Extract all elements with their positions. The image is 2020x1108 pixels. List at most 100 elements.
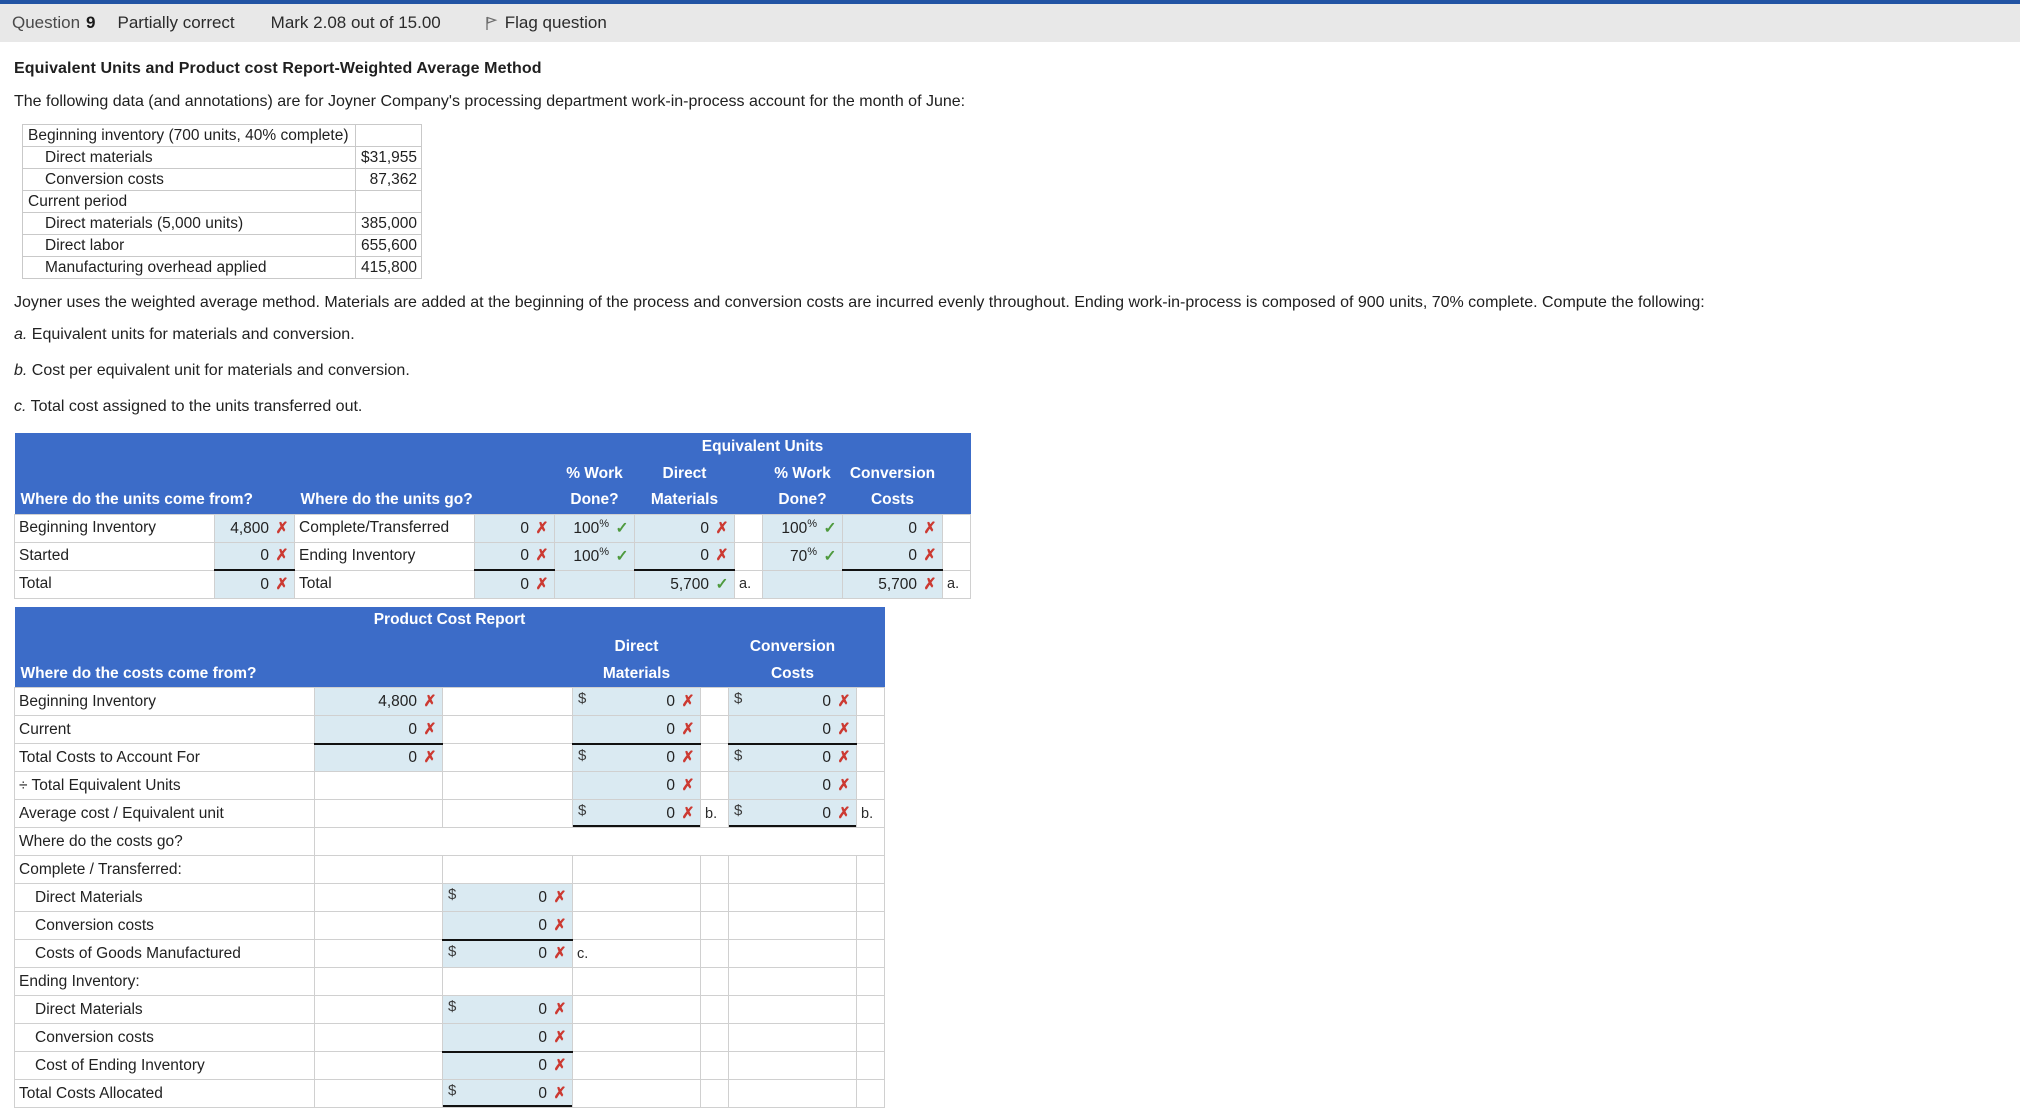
mark-right-icon: ✓	[614, 519, 630, 538]
input-pcr-conversion-costs-4[interactable]: 0✗	[729, 800, 857, 828]
input-pcr-detail-3[interactable]: 0✗	[443, 996, 573, 1024]
input-pcr-col1-2[interactable]: 0✗	[315, 744, 443, 772]
flag-question-button[interactable]: Flag question	[485, 13, 607, 33]
cell-value: 0	[666, 693, 675, 711]
question-intro: The following data (and annotations) are…	[14, 92, 2006, 112]
input-pcr-col1-1[interactable]: 0✗	[315, 716, 443, 744]
pcr-costs-go-row: Where do the costs go?	[15, 828, 885, 856]
table-row: Started0✗Ending Inventory0✗100%✓0✗70%✓0✗	[15, 542, 971, 570]
pcr-detail-c4-1	[701, 912, 729, 940]
input-pcr-detail-2[interactable]: 0✗	[443, 940, 573, 968]
input-pcr-col1-0[interactable]: 4,800✗	[315, 688, 443, 716]
pcr-detail-annotation-1	[573, 912, 701, 940]
cell-value: 0	[666, 749, 675, 767]
pcr-costs-go-spacer	[315, 828, 885, 856]
pcr-sec-c1-1	[315, 968, 443, 996]
input-pcr-direct-materials-0[interactable]: 0✗	[573, 688, 701, 716]
cell-value: 0	[666, 721, 675, 739]
input-direct-materials-2[interactable]: 5,700✓	[635, 570, 735, 598]
table-row: Direct materials (5,000 units)385,000	[23, 213, 422, 235]
input-pcr-conversion-costs-2[interactable]: 0✗	[729, 744, 857, 772]
header-units-come-from: Where do the units come from?	[15, 487, 295, 514]
pcr-detail-c6-4	[857, 1024, 885, 1052]
pcr-empty-col2-2	[443, 744, 573, 772]
mark-wrong-icon: ✗	[680, 692, 696, 711]
input-conversion-costs-2[interactable]: 5,700✗	[843, 570, 943, 598]
cell-value: 0	[538, 889, 547, 907]
pcr-empty-col2-4	[443, 800, 573, 828]
input-units-from-0[interactable]: 4,800✗	[215, 514, 295, 542]
input-pcr-direct-materials-2[interactable]: 0✗	[573, 744, 701, 772]
input-pcr-direct-materials-3[interactable]: 0✗	[573, 772, 701, 800]
mark-wrong-icon: ✗	[534, 575, 550, 594]
cell-value: 0	[822, 721, 831, 739]
table-header-group-row: Equivalent Units	[15, 433, 971, 460]
input-conversion-costs-1[interactable]: 0✗	[843, 542, 943, 570]
product-cost-report-table: Product Cost ReportDirectConversionWhere…	[14, 607, 885, 1108]
input-pcr-total-costs-allocated[interactable]: 0✗	[443, 1080, 573, 1108]
input-units-to-2[interactable]: 0✗	[475, 570, 555, 598]
input-units-to-0[interactable]: 0✗	[475, 514, 555, 542]
input-units-from-1[interactable]: 0✗	[215, 542, 295, 570]
input-pcr-detail-5[interactable]: 0✗	[443, 1052, 573, 1080]
given-row-value: 655,600	[356, 235, 422, 257]
pcr-detail-c4-5	[701, 1052, 729, 1080]
pcr-header-row-1: DirectConversion	[15, 634, 885, 661]
input-pcr-direct-materials-4[interactable]: 0✗	[573, 800, 701, 828]
input-pcr-conversion-costs-0[interactable]: 0✗	[729, 688, 857, 716]
pcr-annotation-dm-4: b.	[701, 800, 729, 828]
cell-value: 0	[822, 749, 831, 767]
input-pcr-direct-materials-1[interactable]: 0✗	[573, 716, 701, 744]
input-pct-work-done-1-0[interactable]: 100%✓	[555, 514, 635, 542]
input-pcr-conversion-costs-1[interactable]: 0✗	[729, 716, 857, 744]
table-row: Direct labor655,600	[23, 235, 422, 257]
header-direct-materials-line1: Direct	[635, 460, 735, 487]
pcr-total-label: Total Costs Allocated	[15, 1080, 315, 1108]
input-units-from-2[interactable]: 0✗	[215, 570, 295, 598]
input-pct-work-done-1-1[interactable]: 100%✓	[555, 542, 635, 570]
question-number-block: Question 9	[12, 13, 96, 33]
table-row: Beginning Inventory4,800✗0✗0✗	[15, 688, 885, 716]
given-row-value	[356, 191, 422, 213]
input-pct-work-done-2-1[interactable]: 70%✓	[763, 542, 843, 570]
annotation-cc-2: a.	[943, 570, 971, 598]
input-units-to-1[interactable]: 0✗	[475, 542, 555, 570]
given-row-label: Manufacturing overhead applied	[23, 257, 356, 279]
pcr-detail-c5-3	[729, 996, 857, 1024]
pcr-detail-c5-1	[729, 912, 857, 940]
pcr-annotation-dm-1	[701, 716, 729, 744]
pcr-detail-c4-3	[701, 996, 729, 1024]
pcr-annotation-cc-4: b.	[857, 800, 885, 828]
input-direct-materials-1[interactable]: 0✗	[635, 542, 735, 570]
pcr-detail-annotation-2: c.	[573, 940, 701, 968]
cell-value: 0	[520, 520, 529, 538]
row-label-to: Complete/Transferred	[295, 514, 475, 542]
header-pct-work-done-2-line2: Done?	[763, 487, 843, 514]
pcr-empty-col2-3	[443, 772, 573, 800]
pcr-header-spacer-4	[701, 661, 729, 688]
input-pct-work-done-2-2[interactable]	[763, 570, 843, 598]
mark-wrong-icon: ✗	[552, 916, 568, 935]
input-conversion-costs-0[interactable]: 0✗	[843, 514, 943, 542]
input-pct-work-done-1-2[interactable]	[555, 570, 635, 598]
row-label-from: Beginning Inventory	[15, 514, 215, 542]
pcr-sec-c5-0	[729, 856, 857, 884]
mark-wrong-icon: ✗	[552, 944, 568, 963]
cell-value: 0	[538, 1085, 547, 1103]
input-pcr-detail-1[interactable]: 0✗	[443, 912, 573, 940]
input-pcr-detail-4[interactable]: 0✗	[443, 1024, 573, 1052]
pcr-sec-c6-1	[857, 968, 885, 996]
cell-value: 0	[260, 576, 269, 594]
input-pct-work-done-2-0[interactable]: 100%✓	[763, 514, 843, 542]
pcr-header-row-2: Where do the costs come from?MaterialsCo…	[15, 661, 885, 688]
input-pcr-conversion-costs-3[interactable]: 0✗	[729, 772, 857, 800]
given-row-value: 415,800	[356, 257, 422, 279]
pcr-sec-c3-1	[573, 968, 701, 996]
cell-value: 0	[822, 777, 831, 795]
requirement-b: b. Cost per equivalent unit for material…	[14, 361, 2006, 381]
question-label: Question	[12, 13, 80, 33]
product-cost-report-title: Product Cost Report	[15, 607, 885, 634]
input-direct-materials-0[interactable]: 0✗	[635, 514, 735, 542]
header-spacer	[15, 433, 555, 460]
input-pcr-detail-0[interactable]: 0✗	[443, 884, 573, 912]
